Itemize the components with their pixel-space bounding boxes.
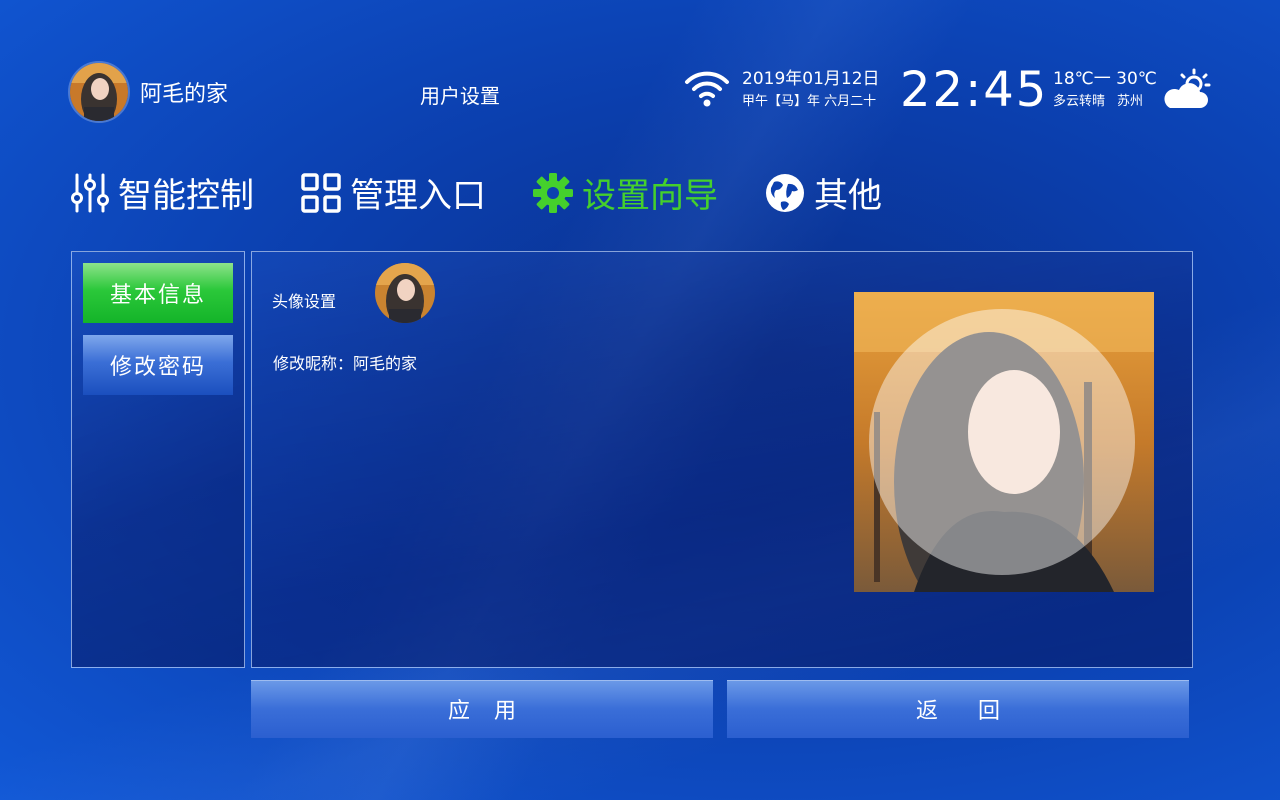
avatar-setting-thumbnail[interactable] bbox=[375, 263, 435, 323]
nav-label: 智能控制 bbox=[118, 176, 254, 216]
sidebar-item-change-password[interactable]: 修改密码 bbox=[83, 335, 233, 395]
nickname-label: 修改昵称： bbox=[273, 354, 354, 373]
clock: 22:45 bbox=[900, 62, 1049, 118]
nickname-row[interactable]: 修改昵称：阿毛的家 bbox=[273, 350, 417, 374]
user-profile[interactable]: 阿毛的家 bbox=[68, 61, 228, 123]
nickname-value[interactable]: 阿毛的家 bbox=[353, 354, 417, 373]
page-title: 用户设置 bbox=[420, 84, 500, 108]
avatar[interactable] bbox=[68, 61, 130, 123]
nav-label: 设置向导 bbox=[582, 176, 718, 216]
sidebar: 基本信息 修改密码 bbox=[71, 251, 245, 668]
nav-label: 管理入口 bbox=[350, 176, 486, 216]
nav-item-management[interactable]: 管理入口 bbox=[300, 168, 486, 217]
back-button[interactable]: 返回 bbox=[727, 680, 1189, 738]
date-block: 2019年01月12日 甲午【马】年 六月二十 bbox=[742, 68, 880, 112]
main-nav: 智能控制 管理入口 设置向导 其他 bbox=[70, 168, 928, 217]
nav-label: 其他 bbox=[814, 176, 882, 216]
nav-item-other[interactable]: 其他 bbox=[764, 168, 882, 217]
weather-text: 多云转晴 bbox=[1053, 94, 1106, 109]
gear-icon bbox=[533, 172, 573, 213]
globe-icon bbox=[766, 173, 804, 212]
nav-item-setup-wizard[interactable]: 设置向导 bbox=[532, 168, 718, 217]
content-panel: 头像设置 修改昵称：阿毛的家 bbox=[251, 251, 1193, 668]
avatar-crop-preview[interactable] bbox=[854, 292, 1154, 592]
grid-icon bbox=[301, 172, 341, 213]
sliders-icon bbox=[71, 173, 109, 212]
apply-button[interactable]: 应用 bbox=[251, 680, 713, 738]
partly-cloudy-icon bbox=[1160, 68, 1214, 116]
temperature-text: 18℃一 30℃ bbox=[1053, 69, 1157, 89]
weather-block: 18℃一 30℃ 多云转晴 苏州 bbox=[1053, 68, 1157, 112]
nav-item-smart-control[interactable]: 智能控制 bbox=[70, 168, 254, 217]
lunar-date-text: 甲午【马】年 六月二十 bbox=[742, 94, 877, 109]
user-name: 阿毛的家 bbox=[140, 82, 229, 107]
city-text: 苏州 bbox=[1117, 94, 1144, 109]
sidebar-item-basic-info[interactable]: 基本信息 bbox=[83, 263, 233, 323]
avatar-setting-label: 头像设置 bbox=[272, 292, 337, 311]
wifi-icon bbox=[684, 68, 730, 112]
date-text: 2019年01月12日 bbox=[742, 69, 880, 89]
